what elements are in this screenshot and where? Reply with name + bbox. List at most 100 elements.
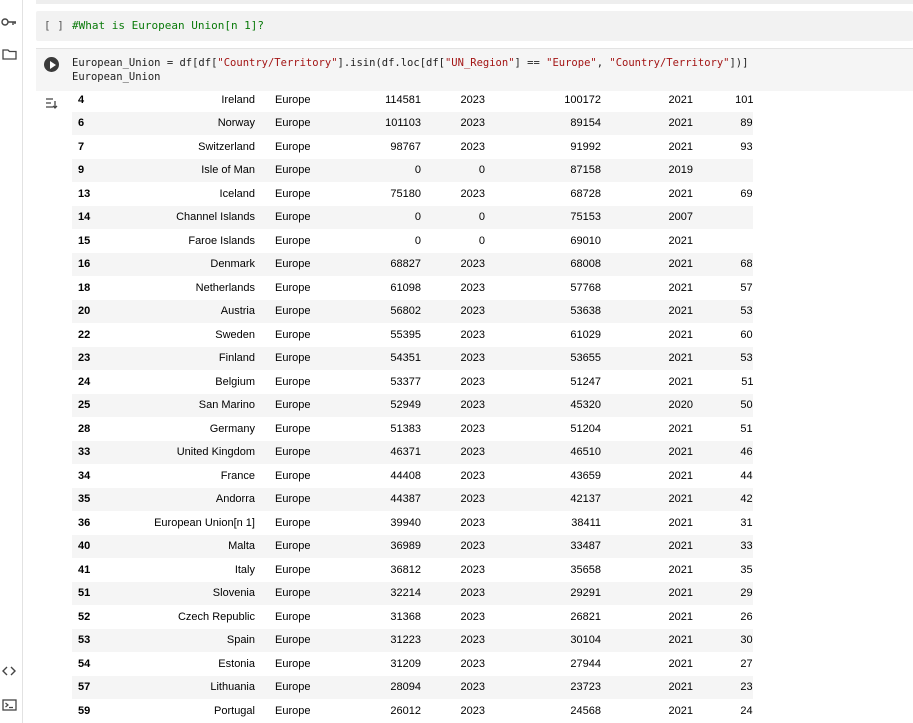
row-index-cell: 4	[78, 93, 85, 106]
table-row: 52 Czech Republic Europe 31368 2023 26821 2021…	[72, 605, 753, 629]
folder-icon[interactable]	[0, 45, 18, 63]
markdown-cell[interactable]: [ ] #What is European Union[n 1]?	[36, 11, 913, 41]
country-territory-cell: Andorra	[114, 487, 261, 511]
terminal-icon[interactable]	[0, 696, 18, 714]
value-1-cell: 36989	[357, 534, 427, 558]
value-2-cell: 51204	[570, 422, 601, 435]
year-1-cell: 2023	[427, 581, 491, 605]
value-3-cell: 0	[699, 229, 753, 253]
markdown-cell-text: #What is European Union[n 1]?	[72, 19, 265, 32]
value-3-cell: 101109	[735, 93, 753, 106]
un-region-cell: Europe	[275, 140, 311, 153]
value-3-cell: 53703	[699, 346, 753, 370]
value-1-cell: 26012	[390, 704, 421, 717]
output-dataframe[interactable]: 4IrelandEurope11458120231001722021101109…	[72, 88, 753, 723]
year-2-cell: 2021	[668, 187, 693, 200]
un-region-cell: Europe	[275, 657, 311, 670]
year-1-cell: 2023	[427, 628, 491, 652]
output-actions-icon[interactable]	[44, 97, 62, 113]
un-region-cell: Europe	[261, 581, 357, 605]
value-1-cell: 28094	[357, 675, 427, 699]
year-1-cell: 0	[427, 158, 491, 182]
year-1-cell: 2023	[460, 704, 485, 717]
country-territory-cell: European Union[n 1]	[154, 516, 255, 529]
key-icon[interactable]	[0, 13, 18, 31]
year-2-cell: 2021	[668, 328, 693, 341]
year-2-cell: 2021	[607, 581, 699, 605]
row-index-cell: 33	[72, 440, 114, 464]
year-2-cell: 2021	[607, 628, 699, 652]
value-2-cell: 45320	[491, 393, 607, 417]
value-3-cell: 35579	[740, 563, 753, 576]
country-territory-cell: Portugal	[214, 704, 255, 717]
country-territory-cell: Italy	[234, 563, 255, 576]
country-territory-cell: Denmark	[114, 252, 261, 276]
table-row: 54EstoniaEurope3120920232794420212799120…	[72, 652, 753, 676]
run-cell-button[interactable]	[44, 57, 59, 72]
value-1-cell: 55395	[390, 328, 421, 341]
value-1-cell: 98767	[390, 140, 421, 153]
table-row: 36 European Union[n 1] Europe 39940 2023 3841…	[72, 511, 753, 535]
country-territory-cell: Ireland	[221, 93, 255, 106]
year-1-cell: 2023	[460, 328, 485, 341]
value-2-cell: 29291	[491, 581, 607, 605]
code-cell[interactable]: European_Union = df[df["Country/Territor…	[36, 48, 913, 91]
value-1-cell: 31368	[390, 610, 421, 623]
value-3-cell: 68037	[699, 252, 753, 276]
value-1-cell: 31223	[357, 628, 427, 652]
value-1-cell: 56802	[357, 299, 427, 323]
code-brackets-icon[interactable]	[0, 662, 18, 680]
table-row: 53SpainEurope312232023301042021300582021	[72, 628, 753, 652]
value-1-cell: 101103	[357, 111, 427, 135]
row-index-cell: 7	[78, 140, 85, 153]
row-index-cell: 16	[72, 252, 114, 276]
table-row: 35AndorraEurope4438720234213720214206620…	[72, 487, 753, 511]
value-1-cell: 44387	[357, 487, 427, 511]
country-territory-cell: Germany	[209, 422, 255, 435]
value-3-cell: 69133	[740, 187, 753, 200]
value-2-cell: 89154	[491, 111, 607, 135]
year-2-cell: 2021	[668, 93, 693, 106]
year-2-cell: 2007	[607, 205, 699, 229]
country-territory-cell: Switzerland	[198, 140, 255, 153]
value-1-cell: 54351	[357, 346, 427, 370]
value-3-cell: 0	[699, 205, 753, 229]
year-2-cell: 2021	[607, 252, 699, 276]
row-index-cell: 59	[78, 704, 91, 717]
value-2-cell: 91992	[570, 140, 601, 153]
country-territory-cell: Finland	[114, 346, 261, 370]
country-territory-cell: Spain	[114, 628, 261, 652]
left-sidebar	[0, 0, 23, 723]
year-2-cell: 2020	[607, 393, 699, 417]
un-region-cell: Europe	[261, 440, 357, 464]
un-region-cell: Europe	[261, 158, 357, 182]
table-row: 34FranceEurope44408202343659202144229202…	[72, 464, 753, 488]
year-2-cell: 2021	[607, 440, 699, 464]
year-2-cell: 2021	[668, 657, 693, 670]
cell-run-bracket[interactable]: [ ]	[44, 11, 64, 41]
country-territory-cell: Isle of Man	[114, 158, 261, 182]
year-1-cell: 2023	[427, 346, 491, 370]
year-1-cell: 2023	[427, 440, 491, 464]
year-1-cell: 2023	[427, 487, 491, 511]
row-index-cell: 22	[78, 328, 91, 341]
value-3-cell: 57871	[740, 281, 753, 294]
un-region-cell: Europe	[261, 252, 357, 276]
value-2-cell: 75153	[491, 205, 607, 229]
year-1-cell: 0	[478, 234, 485, 247]
year-2-cell: 2021	[668, 469, 693, 482]
row-index-cell: 6	[72, 111, 114, 135]
un-region-cell: Europe	[275, 234, 311, 247]
value-1-cell: 53377	[390, 375, 421, 388]
value-2-cell: 68728	[570, 187, 601, 200]
table-row: 18 Netherlands Europe 61098 2023 57768 2021 578…	[72, 276, 753, 300]
country-territory-cell: Austria	[114, 299, 261, 323]
year-1-cell: 2023	[427, 534, 491, 558]
table-row: 7 Switzerland Europe 98767 2023 91992 2021 9352…	[72, 135, 753, 159]
row-index-cell: 54	[78, 657, 91, 670]
value-1-cell: 51383	[390, 422, 421, 435]
row-index-cell: 15	[78, 234, 91, 247]
value-2-cell: 69010	[570, 234, 601, 247]
country-territory-cell: Estonia	[218, 657, 255, 670]
un-region-cell: Europe	[261, 111, 357, 135]
